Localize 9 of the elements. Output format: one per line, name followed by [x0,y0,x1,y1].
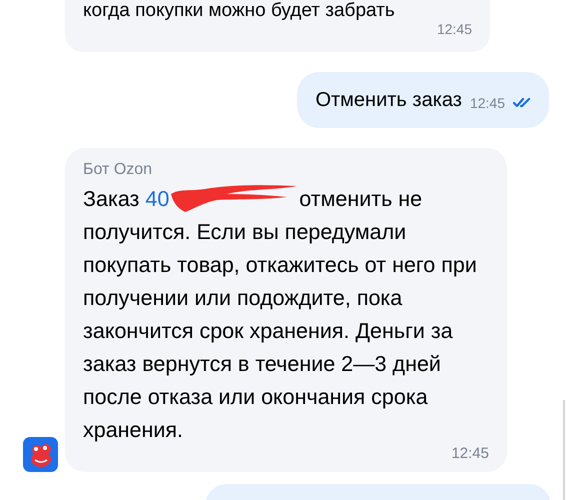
message-time: 12:45 [451,444,489,464]
message-text: Заказ 40 отменить не получится. Если вы передумали покупать товар, откажитесь от него при получении или подождите, пока закончится срок хранения. Деньги за заказ вернутся в течение 2—3 дней после отказа или окончания срока хранения. [83,180,489,447]
message-text: Отменить заказ [315,88,462,113]
order-link[interactable]: 40 [145,187,170,211]
sender-name: Бот Ozon [83,160,154,180]
message-time: 12:45 [470,94,505,112]
message-time: 12:45 [436,20,472,39]
bot-avatar-icon [23,436,58,472]
message-text: когда покупки можно будет забрать [83,0,396,22]
